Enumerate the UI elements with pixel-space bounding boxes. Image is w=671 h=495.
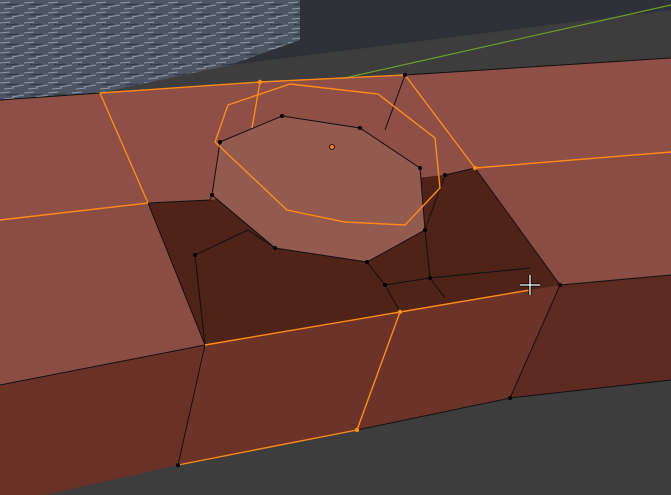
3d-viewport[interactable] xyxy=(0,0,671,495)
object-origin-dot-icon xyxy=(329,144,335,150)
